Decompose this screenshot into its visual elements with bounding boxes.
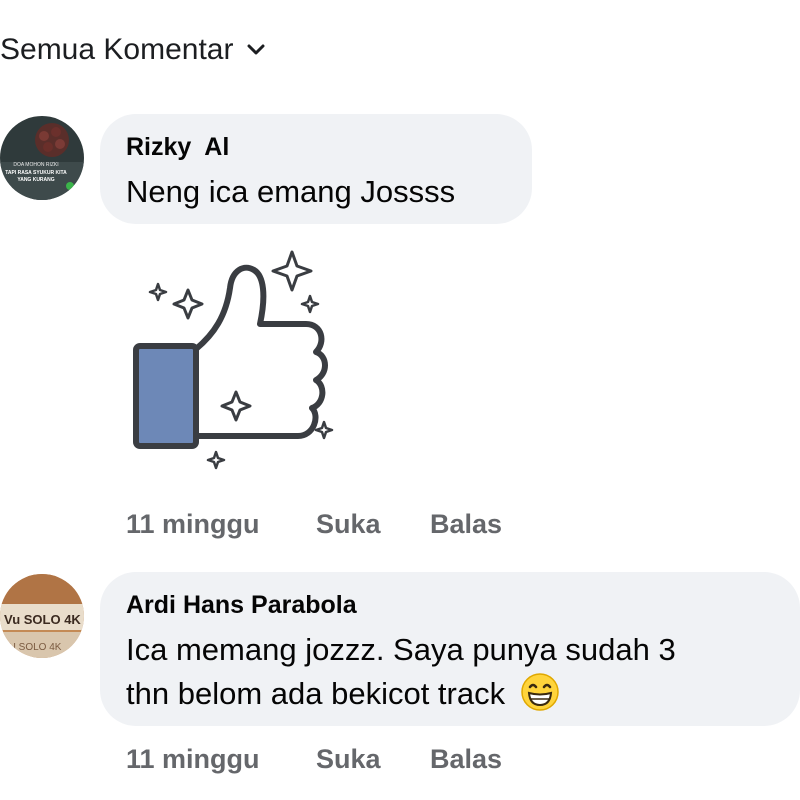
comment-text-line-2-wrap: thn belom ada bekicot track — [126, 672, 560, 716]
comment-text-line-2: thn belom ada bekicot track — [126, 676, 506, 711]
avatar-rizky[interactable]: DOA MOHON RIZKI TAPI RASA SYUKUR KITA YA… — [0, 116, 84, 200]
reply-button[interactable]: Balas — [430, 509, 502, 540]
comment-text-line-1: Ica memang jozzz. Saya punya sudah 3 — [126, 632, 676, 667]
avatar-brand-1: Vu SOLO 4K — [4, 612, 81, 627]
avatar-caption-1: DOA MOHON RIZKI — [13, 162, 58, 168]
avatar-caption-2: TAPI RASA SYUKUR KITA — [5, 170, 67, 176]
comment-author[interactable]: Rizky Al — [126, 133, 229, 162]
thumbs-up-sticker[interactable] — [126, 244, 346, 478]
grinning-face-emoji — [520, 672, 560, 712]
comment-time[interactable]: 11 minggu — [126, 509, 260, 540]
avatar-caption-3: YANG KURANG — [17, 177, 54, 183]
avatar-ardi[interactable]: Vu SOLO 4K VU SOLO 4K — [0, 574, 84, 658]
like-button[interactable]: Suka — [316, 509, 381, 540]
comment-filter-dropdown[interactable]: Semua Komentar — [0, 28, 265, 72]
avatar-brand-2: VU SOLO 4K — [2, 642, 62, 653]
chevron-down-icon — [247, 41, 265, 59]
comment-author[interactable]: Ardi Hans Parabola — [126, 591, 357, 620]
like-button[interactable]: Suka — [316, 744, 381, 775]
reply-button[interactable]: Balas — [430, 744, 502, 775]
comment-filter-label: Semua Komentar — [0, 33, 234, 66]
comment-text: Neng ica emang Jossss — [126, 174, 456, 209]
comment-time[interactable]: 11 minggu — [126, 744, 260, 775]
